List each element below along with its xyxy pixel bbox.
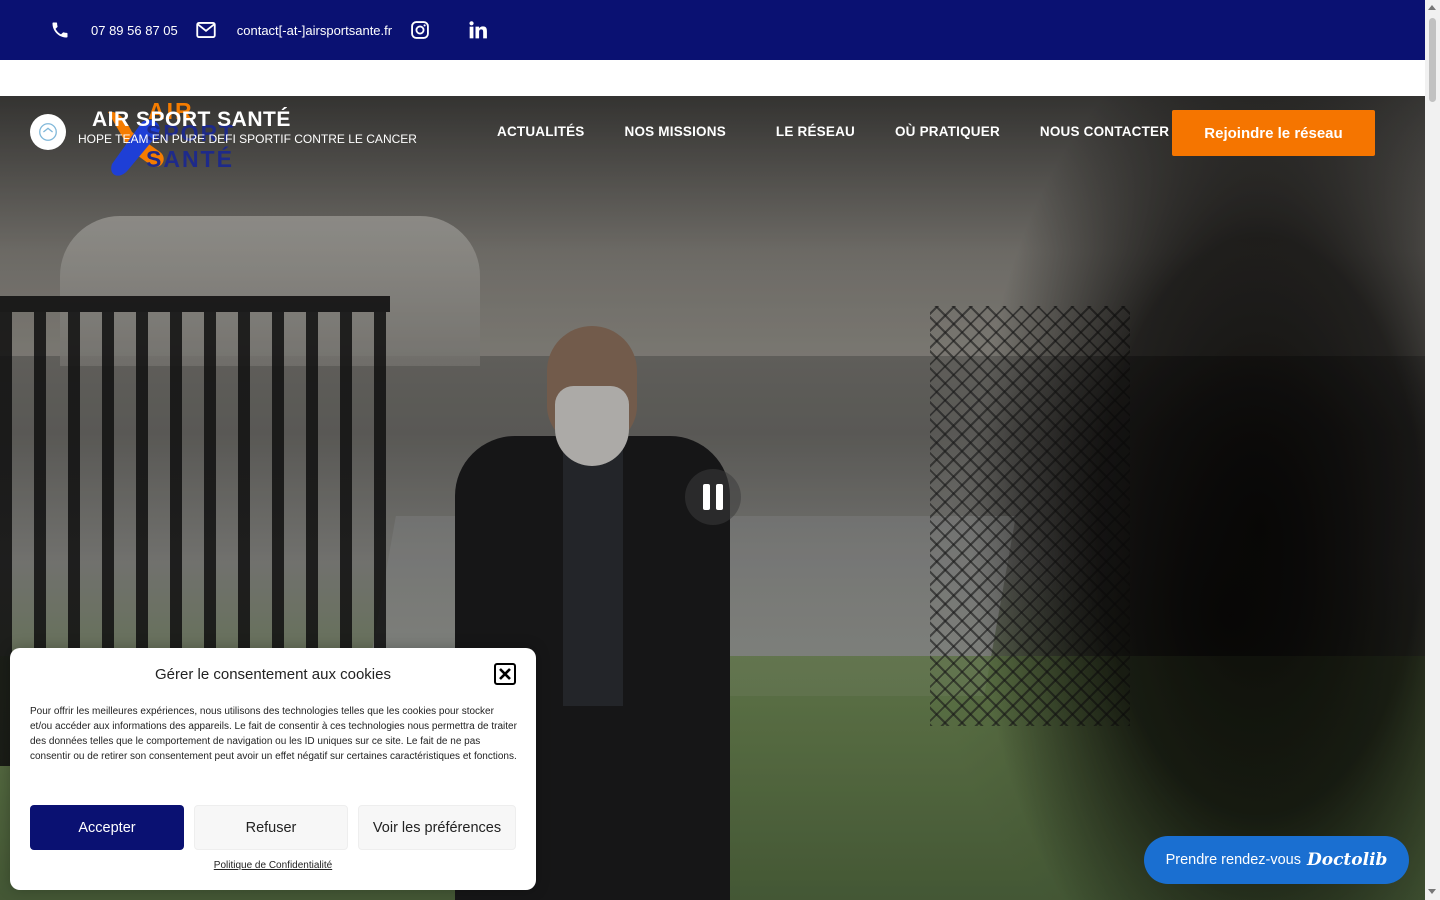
envelope-icon (196, 20, 216, 40)
site-title: AIR SPORT SANTÉ (92, 108, 291, 131)
scroll-down-icon[interactable] (1428, 889, 1436, 894)
top-contact-bar: 07 89 56 87 05 contact[-at-]airsportsant… (0, 0, 1425, 60)
refuse-button[interactable]: Refuser (194, 805, 348, 850)
site-tagline: HOPE TEAM EN PURE DEFI SPORTIF CONTRE LE… (78, 132, 417, 146)
phone-contact[interactable]: 07 89 56 87 05 (50, 20, 178, 40)
site-logo[interactable]: AIR SPORT SANTÉ AIR SPORT SANTÉ HOPE TEA… (30, 98, 417, 180)
linkedin-icon[interactable] (468, 20, 488, 40)
cookie-consent-dialog: Gérer le consentement aux cookies Pour o… (10, 648, 536, 890)
scroll-up-icon[interactable] (1428, 5, 1436, 10)
privacy-policy-link[interactable]: Politique de Confidentialité (10, 860, 536, 871)
doctolib-appointment-button[interactable]: Prendre rendez-vous Doctolib (1144, 836, 1409, 884)
phone-number[interactable]: 07 89 56 87 05 (91, 23, 178, 38)
doctolib-brand: Doctolib (1306, 850, 1388, 870)
pause-icon (703, 484, 710, 510)
phone-icon (50, 20, 70, 40)
header-spacer (0, 60, 1425, 96)
cookie-title: Gérer le consentement aux cookies (155, 666, 391, 683)
scroll-thumb[interactable] (1429, 18, 1436, 102)
logo-word-sante: SANTÉ (146, 146, 234, 172)
nav-nos-missions[interactable]: NOS MISSIONS (625, 124, 726, 139)
instagram-icon[interactable] (410, 20, 430, 40)
email-contact[interactable]: contact[-at-]airsportsante.fr (196, 20, 392, 40)
nav-le-reseau[interactable]: LE RÉSEAU (776, 124, 855, 139)
join-network-button[interactable]: Rejoindre le réseau (1172, 110, 1375, 156)
preferences-button[interactable]: Voir les préférences (358, 805, 516, 850)
nav-ou-pratiquer[interactable]: OÙ PRATIQUER (895, 124, 1000, 139)
logo-badge-icon (30, 114, 66, 150)
doctolib-label: Prendre rendez-vous (1165, 852, 1301, 868)
cookie-buttons: Accepter Refuser Voir les préférences (30, 805, 526, 850)
email-address[interactable]: contact[-at-]airsportsante.fr (237, 23, 392, 38)
close-icon[interactable] (494, 663, 516, 685)
video-pause-button[interactable] (685, 469, 741, 525)
nav-nous-contacter[interactable]: NOUS CONTACTER (1040, 124, 1169, 139)
accept-button[interactable]: Accepter (30, 805, 184, 850)
page-scrollbar[interactable] (1425, 0, 1440, 900)
cookie-description: Pour offrir les meilleures expériences, … (30, 706, 517, 762)
main-nav: ACTUALITÉS NOS MISSIONS LE RÉSEAU OÙ PRA… (497, 124, 1209, 139)
nav-actualites[interactable]: ACTUALITÉS (497, 124, 585, 139)
